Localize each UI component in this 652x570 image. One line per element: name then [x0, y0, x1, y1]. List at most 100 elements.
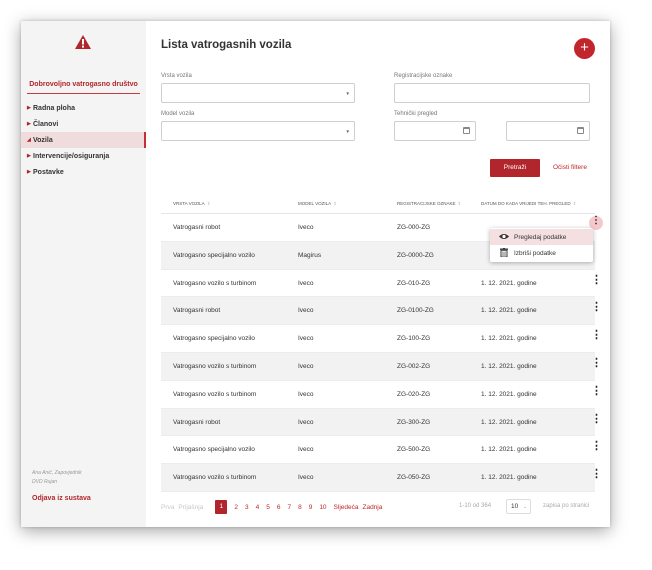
pagination-prev[interactable]: Prijašnja [178, 504, 203, 511]
cell-inspection-date: 1. 12. 2021. godine [481, 307, 537, 315]
sidebar-item-label: Postavke [33, 168, 64, 176]
cell-model: Iveco [298, 335, 314, 343]
cell-registration: ZG-0000-ZG [397, 251, 434, 259]
add-vehicle-button[interactable]: + [574, 38, 595, 59]
pagination-page[interactable]: 8 [298, 504, 302, 511]
cell-model: Iveco [298, 224, 314, 231]
inspection-label: Tehnički pregled [394, 111, 438, 117]
inspection-date-to[interactable] [506, 121, 590, 141]
cell-registration: ZG-002-ZG [397, 362, 431, 370]
divider [27, 93, 140, 94]
sort-icon: ⇕ [572, 201, 577, 206]
user-info: Ana Anić, Zapovjednik DVD Rujan [32, 469, 82, 487]
sidebar-item-postavke[interactable]: ▶ Postavke [21, 164, 146, 180]
pagination-page[interactable]: 9 [309, 504, 313, 511]
pagination-page[interactable]: 4 [256, 504, 260, 511]
table-row[interactable]: Vatrogasno vozilo s turbinom Iveco ZG-00… [161, 352, 602, 381]
column-header-registration[interactable]: Registracijske oznake ⇕ [397, 201, 461, 207]
sort-icon: ⇕ [206, 201, 211, 206]
main-content: Lista vatrogasnih vozila + Vrsta vozila … [146, 21, 610, 527]
more-vertical-icon[interactable]: ⋮ [591, 441, 602, 456]
eye-icon [499, 233, 509, 242]
pagination-page[interactable]: 6 [277, 504, 281, 511]
user-name: Ana Anić, Zapovjednik [32, 470, 82, 476]
vehicle-type-select[interactable]: ▼ [161, 83, 355, 103]
pagination-page[interactable]: 2 [234, 504, 238, 511]
cell-vehicle-type: Vatrogasno specijalno vozilo [173, 251, 255, 259]
pagination-first[interactable]: Prva [161, 504, 174, 511]
pagination-next[interactable]: Sljedeća [334, 504, 359, 511]
registration-input[interactable] [394, 83, 590, 103]
cell-registration: ZG-500-ZG [397, 446, 431, 454]
warning-icon [75, 35, 91, 49]
pagination-page[interactable]: 3 [245, 504, 249, 511]
cell-vehicle-type: Vatrogasno vozilo s turbinom [173, 474, 257, 482]
clear-filters-link[interactable]: Očisti filtere [553, 164, 587, 171]
per-page-select[interactable]: 10 ⌄ [506, 499, 531, 514]
sidebar-item-label: Članovi [33, 120, 59, 128]
pagination-page[interactable]: 5 [266, 504, 270, 511]
pagination-page[interactable]: 7 [287, 504, 291, 511]
model-select[interactable]: ▼ [161, 121, 355, 141]
registration-label: Registracijske oznake [394, 73, 453, 79]
table-row[interactable]: Vatrogasni robot Iveco ZG-0100-ZG 1. 12.… [161, 297, 602, 326]
column-header-vehicle-type[interactable]: Vrsta vozila ⇕ [173, 201, 210, 207]
more-vertical-icon[interactable]: ⋮ [591, 385, 602, 401]
table-row[interactable]: Vatrogasno specijalno vozilo Iveco ZG-10… [161, 325, 602, 353]
result-range: 1-10 od 364 [459, 503, 492, 509]
trash-icon [499, 247, 509, 259]
more-vertical-icon[interactable]: ⋮ [591, 413, 602, 429]
app-window: Dobrovoljno vatrogasno društvo ▶ Radna p… [21, 21, 610, 527]
sidebar-item-vozila[interactable]: ◢ Vozila [21, 132, 146, 148]
sidebar-nav: ▶ Radna ploha ▶ Članovi ◢ Vozila ▶ Inter… [21, 100, 146, 180]
calendar-icon[interactable] [463, 127, 470, 134]
sort-icon: ⇕ [457, 201, 462, 206]
sidebar-item-label: Vozila [33, 136, 53, 144]
table-row[interactable]: Vatrogasno vozilo s turbinom Iveco ZG-01… [161, 270, 602, 298]
calendar-icon[interactable] [577, 127, 584, 134]
column-header-inspection-date[interactable]: Datum do kada vrijedi teh. pregled ⇕ [481, 201, 576, 207]
table-row[interactable]: Vatrogasni robot Iveco ZG-300-ZG 1. 12. … [161, 408, 602, 437]
per-page-label: zapisa po stranici [543, 503, 590, 509]
pagination-page[interactable]: 1 [215, 500, 228, 514]
cell-model: Iveco [298, 307, 314, 315]
more-vertical-icon[interactable]: ⋮ [591, 330, 602, 345]
sort-icon: ⇕ [333, 201, 337, 206]
chevron-down-icon: ▼ [345, 91, 350, 96]
menu-item-label: Izbriši podatke [514, 249, 556, 257]
cell-registration: ZG-300-ZG [397, 418, 431, 426]
cell-inspection-date: 1. 12. 2021. godine [481, 474, 537, 482]
sidebar-item-label: Intervencije/osiguranja [33, 152, 110, 160]
sidebar-item-clanovi[interactable]: ▶ Članovi [21, 116, 146, 132]
menu-item-delete[interactable]: Izbriši podatke [490, 245, 593, 261]
cell-model: Iveco [298, 279, 314, 287]
menu-item-label: Pregledaj podatke [514, 233, 567, 241]
cell-registration: ZG-100-ZG [397, 335, 431, 343]
cell-model: Iveco [298, 418, 314, 426]
logout-link[interactable]: Odjava iz sustava [32, 495, 91, 502]
table-row[interactable]: Vatrogasno vozilo s turbinom Iveco ZG-05… [161, 464, 602, 492]
pagination-page[interactable]: 10 [319, 504, 326, 511]
table-header: Vrsta vozila ⇕ Model vozila ⇕ Registracijs… [161, 196, 595, 214]
search-button[interactable]: Pretraži [490, 159, 540, 177]
cell-model: Magirus [298, 251, 322, 259]
cell-vehicle-type: Vatrogasni robot [173, 224, 221, 231]
pagination-last[interactable]: Zadnja [362, 504, 382, 511]
more-vertical-icon[interactable]: ⋮ [591, 302, 602, 317]
table-row[interactable]: Vatrogasno vozilo s turbinom Iveco ZG-02… [161, 381, 602, 409]
inspection-date-from[interactable] [394, 121, 476, 141]
more-vertical-icon[interactable]: ⋮ [591, 469, 602, 484]
column-header-model[interactable]: Model vozila ⇕ [298, 201, 337, 207]
menu-item-view[interactable]: Pregledaj podatke [490, 229, 593, 245]
sidebar-item-radna-ploha[interactable]: ▶ Radna ploha [21, 100, 146, 116]
cell-inspection-date: 1. 12. 2021. godine [481, 362, 537, 370]
table-row[interactable]: Vatrogasno specijalno vozilo Iveco ZG-50… [161, 436, 602, 465]
cell-inspection-date: 1. 12. 2021. godine [481, 335, 537, 343]
cell-inspection-date: 1. 12. 2021. godine [481, 418, 537, 426]
more-vertical-icon[interactable]: ⋮ [591, 357, 602, 373]
sidebar-item-intervencije[interactable]: ▶ Intervencije/osiguranja [21, 148, 146, 164]
row-context-menu: Pregledaj podatke Izbriši podatke [490, 228, 593, 262]
sidebar: Dobrovoljno vatrogasno društvo ▶ Radna p… [21, 21, 146, 527]
org-name: Dobrovoljno vatrogasno društvo [29, 81, 138, 88]
more-vertical-icon[interactable]: ⋮ [591, 274, 602, 290]
